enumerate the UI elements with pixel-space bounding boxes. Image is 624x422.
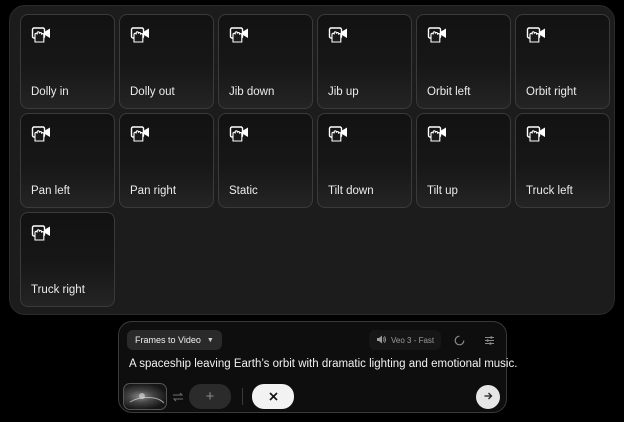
divider (242, 388, 243, 405)
camera-motion-icon (31, 223, 53, 241)
tile-jib-down[interactable]: Jib down (218, 14, 313, 109)
speaker-icon (376, 335, 386, 346)
tile-label: Orbit left (427, 86, 471, 98)
start-frame-thumbnail[interactable] (123, 383, 167, 410)
tile-static[interactable]: Static (218, 113, 313, 208)
tile-label: Tilt down (328, 185, 374, 197)
camera-motion-icon (31, 124, 53, 142)
camera-motion-grid: Dolly in Dolly out Jib down Jib up Orbit… (20, 14, 610, 307)
model-label: Veo 3 - Fast (391, 335, 435, 345)
arrow-right-icon (483, 388, 493, 406)
camera-motion-icon (130, 25, 152, 43)
tile-label: Orbit right (526, 86, 577, 98)
tile-tilt-up[interactable]: Tilt up (416, 113, 511, 208)
send-button[interactable] (476, 385, 500, 409)
camera-motion-icon (229, 124, 251, 142)
camera-motion-icon (31, 25, 53, 43)
model-selector[interactable]: Veo 3 - Fast (369, 330, 442, 350)
mode-dropdown[interactable]: Frames to Video ▼ (127, 330, 222, 350)
tile-label: Dolly out (130, 86, 175, 98)
camera-motion-icon (526, 25, 548, 43)
tile-label: Dolly in (31, 86, 69, 98)
tile-orbit-right[interactable]: Orbit right (515, 14, 610, 109)
camera-motion-icon (526, 124, 548, 142)
tile-jib-up[interactable]: Jib up (317, 14, 412, 109)
camera-motion-icon (130, 124, 152, 142)
clear-button[interactable] (252, 384, 294, 409)
camera-motion-icon (328, 25, 350, 43)
mode-label: Frames to Video (135, 335, 201, 345)
camera-motion-icon (229, 25, 251, 43)
swap-frames-icon[interactable] (171, 390, 185, 404)
spinner-icon[interactable] (449, 330, 469, 350)
tile-truck-left[interactable]: Truck left (515, 113, 610, 208)
settings-sliders-icon[interactable] (479, 330, 499, 350)
tile-label: Truck right (31, 284, 85, 296)
tile-dolly-out[interactable]: Dolly out (119, 14, 214, 109)
tile-orbit-left[interactable]: Orbit left (416, 14, 511, 109)
camera-motion-icon (427, 124, 449, 142)
tile-pan-left[interactable]: Pan left (20, 113, 115, 208)
camera-motion-icon (427, 25, 449, 43)
camera-motion-icon (328, 124, 350, 142)
tile-truck-right[interactable]: Truck right (20, 212, 115, 307)
tile-label: Tilt up (427, 185, 458, 197)
tile-tilt-down[interactable]: Tilt down (317, 113, 412, 208)
tile-label: Pan left (31, 185, 70, 197)
prompt-composer: Frames to Video ▼ Veo 3 - Fast A spacesh… (118, 321, 517, 413)
tile-label: Static (229, 185, 258, 197)
tile-pan-right[interactable]: Pan right (119, 113, 214, 208)
tile-label: Jib up (328, 86, 359, 98)
tile-label: Jib down (229, 86, 275, 98)
tile-dolly-in[interactable]: Dolly in (20, 14, 115, 109)
prompt-input[interactable]: A spaceship leaving Earth’s orbit with d… (129, 358, 517, 370)
close-icon (268, 388, 278, 406)
tile-label: Pan right (130, 185, 177, 197)
camera-motion-panel: Dolly in Dolly out Jib down Jib up Orbit… (9, 5, 615, 315)
add-frame-button[interactable]: + (189, 384, 231, 409)
caret-down-icon: ▼ (206, 336, 214, 344)
tile-label: Truck left (526, 185, 573, 197)
